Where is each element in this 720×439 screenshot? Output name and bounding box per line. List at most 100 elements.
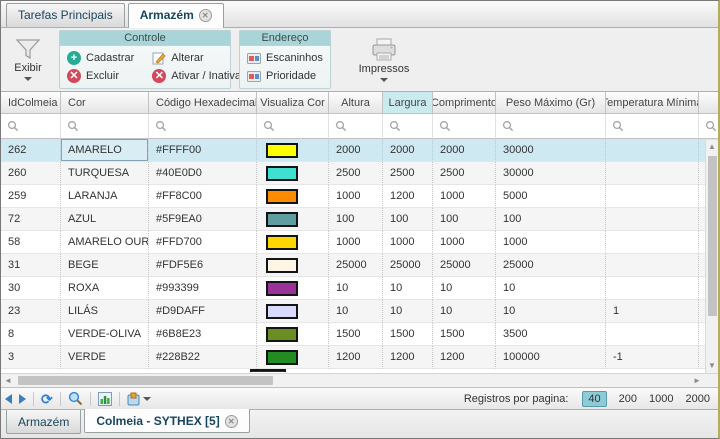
column-header-largura[interactable]: Largura [383, 92, 433, 114]
cell-altura[interactable]: 2500 [329, 162, 383, 185]
column-header-altura[interactable]: Altura [329, 92, 383, 114]
cell-hex[interactable]: #FF8C00 [149, 185, 257, 208]
horizontal-scrollbar[interactable]: ◄ ► [1, 373, 718, 387]
cell-largura[interactable]: 2000 [383, 139, 433, 162]
cell-largura[interactable]: 25000 [383, 254, 433, 277]
scroll-right-icon[interactable]: ► [690, 374, 704, 388]
cell-hex[interactable]: #FDF5E6 [149, 254, 257, 277]
cell-largura[interactable]: 1200 [383, 185, 433, 208]
cell-id[interactable]: 8 [1, 323, 61, 346]
filter-input-altura[interactable] [329, 114, 383, 139]
cell-hex[interactable]: #D9DAFF [149, 300, 257, 323]
table-row[interactable]: 30ROXA#99339910101010 [1, 277, 718, 300]
cell-cor[interactable]: VERDE-OLIVA [61, 323, 149, 346]
color-swatch-cell[interactable] [257, 323, 329, 346]
cell-hex[interactable]: #5F9EA0 [149, 208, 257, 231]
cell-id[interactable]: 30 [1, 277, 61, 300]
cell-id[interactable]: 23 [1, 300, 61, 323]
column-header-hex[interactable]: Código Hexadecimal [149, 92, 257, 114]
column-header-peso[interactable]: Peso Máximo (Gr) [496, 92, 606, 114]
page-size-option-2000[interactable]: 2000 [686, 393, 710, 405]
cell-id[interactable]: 58 [1, 231, 61, 254]
cell-temp[interactable] [606, 277, 699, 300]
cell-altura[interactable]: 100 [329, 208, 383, 231]
cell-cor[interactable]: AZUL [61, 208, 149, 231]
cell-peso[interactable]: 5000 [496, 185, 606, 208]
filter-input-hex[interactable] [149, 114, 257, 139]
cell-altura[interactable]: 1500 [329, 323, 383, 346]
color-swatch-cell[interactable] [257, 300, 329, 323]
cell-largura[interactable]: 2500 [383, 162, 433, 185]
filter-input-largura[interactable] [383, 114, 433, 139]
chart-icon[interactable] [98, 392, 112, 406]
tab-armazem-bottom[interactable]: Armazém [6, 410, 81, 434]
cell-cor[interactable]: VERDE [61, 346, 149, 369]
table-row[interactable]: 72AZUL#5F9EA0100100100100 [1, 208, 718, 231]
cell-altura[interactable]: 1200 [329, 346, 383, 369]
cell-comprimento[interactable]: 100 [433, 208, 496, 231]
cell-temp[interactable] [606, 231, 699, 254]
cell-cor[interactable]: LILÁS [61, 300, 149, 323]
page-size-option-200[interactable]: 200 [619, 393, 637, 405]
cell-hex[interactable]: #228B22 [149, 346, 257, 369]
page-size-option-40[interactable]: 40 [582, 391, 606, 407]
cell-peso[interactable]: 30000 [496, 139, 606, 162]
close-tab-icon[interactable]: ✕ [199, 9, 212, 22]
cell-peso[interactable]: 10 [496, 277, 606, 300]
cell-temp[interactable]: 1 [606, 300, 699, 323]
column-header-temp[interactable]: Temperatura Mínima [606, 92, 699, 114]
export-button[interactable] [127, 392, 151, 406]
scroll-down-icon[interactable]: ▼ [706, 359, 718, 373]
cell-temp[interactable] [606, 254, 699, 277]
cell-comprimento[interactable]: 1200 [433, 346, 496, 369]
cell-comprimento[interactable]: 10 [433, 300, 496, 323]
column-header-comprimento[interactable]: Comprimento [433, 92, 496, 114]
cell-peso[interactable]: 1000 [496, 231, 606, 254]
cell-cor[interactable]: BEGE [61, 254, 149, 277]
cell-peso[interactable]: 100000 [496, 346, 606, 369]
cell-hex[interactable]: #40E0D0 [149, 162, 257, 185]
cell-cor[interactable]: AMARELO OURO [61, 231, 149, 254]
cell-id[interactable]: 31 [1, 254, 61, 277]
cell-peso[interactable]: 30000 [496, 162, 606, 185]
color-swatch-cell[interactable] [257, 162, 329, 185]
cell-largura[interactable]: 1500 [383, 323, 433, 346]
cell-temp[interactable] [606, 185, 699, 208]
table-row[interactable]: 31BEGE#FDF5E625000250002500025000 [1, 254, 718, 277]
table-row[interactable]: 58AMARELO OURO#FFD7001000100010001000 [1, 231, 718, 254]
prev-page-icon[interactable] [5, 394, 12, 404]
cell-temp[interactable] [606, 139, 699, 162]
filter-input-temp[interactable] [606, 114, 699, 139]
cell-cor[interactable]: ROXA [61, 277, 149, 300]
cell-comprimento[interactable]: 2500 [433, 162, 496, 185]
alterar-button[interactable]: Alterar [152, 51, 244, 65]
cell-altura[interactable]: 1000 [329, 185, 383, 208]
column-header-id[interactable]: IdColmeia [1, 92, 61, 114]
cell-id[interactable]: 262 [1, 139, 61, 162]
vertical-scroll-thumb[interactable] [708, 156, 717, 316]
escaninhos-button[interactable]: Escaninhos [247, 52, 323, 64]
cell-temp[interactable]: -1 [606, 346, 699, 369]
cell-peso[interactable]: 25000 [496, 254, 606, 277]
cell-cor[interactable]: TURQUESA [61, 162, 149, 185]
cell-comprimento[interactable]: 1500 [433, 323, 496, 346]
cell-largura[interactable]: 10 [383, 300, 433, 323]
column-header-stub[interactable] [699, 92, 718, 114]
cell-altura[interactable]: 2000 [329, 139, 383, 162]
tab-colmeia-sythex[interactable]: Colmeia - SYTHEX [5] ✕ [84, 409, 249, 433]
cell-comprimento[interactable]: 1000 [433, 231, 496, 254]
color-swatch-cell[interactable] [257, 208, 329, 231]
cadastrar-button[interactable]: + Cadastrar [67, 51, 134, 65]
cell-altura[interactable]: 25000 [329, 254, 383, 277]
ativar-inativar-button[interactable]: ✕ Ativar / Inativar [152, 69, 244, 83]
filter-input-cor[interactable] [61, 114, 149, 139]
column-header-cor[interactable]: Cor [61, 92, 149, 114]
cell-id[interactable]: 3 [1, 346, 61, 369]
excluir-button[interactable]: ✕ Excluir [67, 69, 134, 83]
cell-peso[interactable]: 3500 [496, 323, 606, 346]
cell-largura[interactable]: 100 [383, 208, 433, 231]
cell-comprimento[interactable]: 1000 [433, 185, 496, 208]
table-row[interactable]: 260TURQUESA#40E0D025002500250030000 [1, 162, 718, 185]
refresh-icon[interactable]: ⟳ [41, 392, 53, 406]
cell-temp[interactable] [606, 323, 699, 346]
